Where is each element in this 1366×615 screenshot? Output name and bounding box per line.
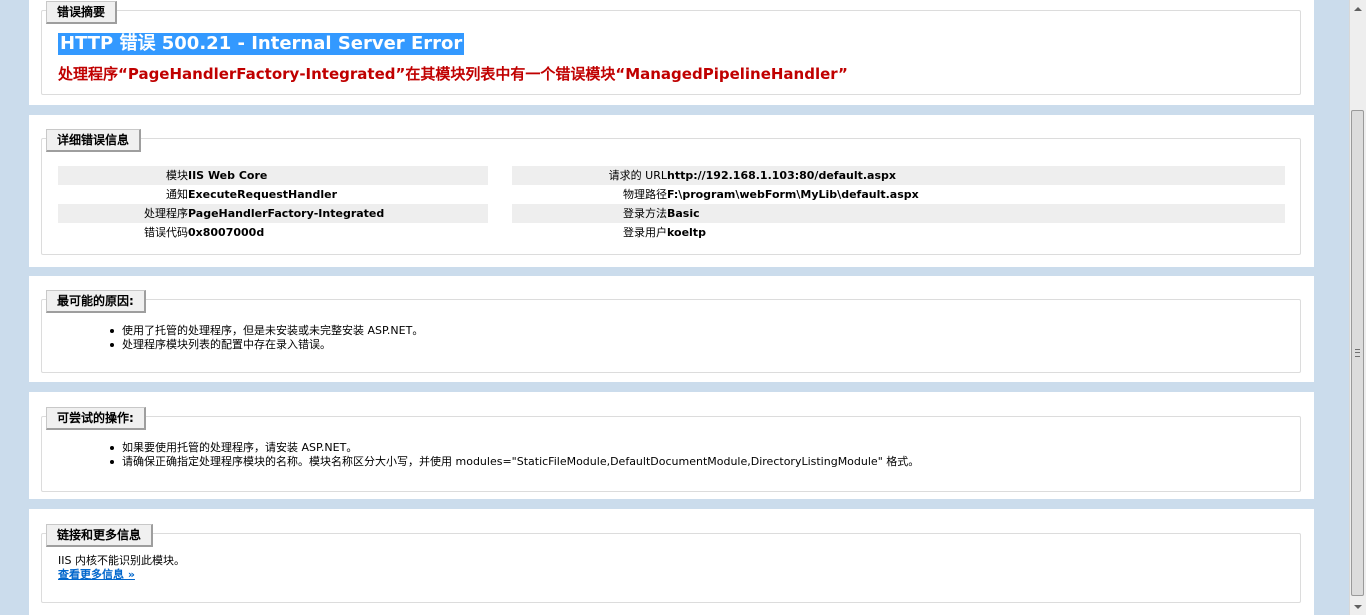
detail-label: 处理程序 [144,207,188,220]
detail-left-column: 模块 IIS Web Core 通知 ExecuteRequestHandler… [58,166,488,242]
causes-panel: 最可能的原因: 使用了托管的处理程序，但是未安装或未完整安装 ASP.NET。 … [29,276,1314,382]
list-item: 处理程序模块列表的配置中存在录入错误。 [108,338,423,352]
detail-label: 错误代码 [144,226,188,239]
more-info-link[interactable]: 查看更多信息 » [58,568,135,582]
detail-row: 物理路径 F:\program\webForm\MyLib\default.as… [512,185,1285,204]
detail-row: 通知 ExecuteRequestHandler [58,185,488,204]
detail-value: IIS Web Core [188,169,268,182]
error-summary-legend: 错误摘要 [46,1,118,24]
detail-value: ExecuteRequestHandler [188,188,338,201]
links-text: IIS 内核不能识别此模块。 [58,554,185,567]
detail-row: 处理程序 PageHandlerFactory-Integrated [58,204,488,223]
actions-box: 可尝试的操作: 如果要使用托管的处理程序，请安装 ASP.NET。 请确保正确指… [41,407,1301,492]
arrow-down-icon [1354,604,1362,609]
error-message: 处理程序“PageHandlerFactory-Integrated”在其模块列… [58,65,848,83]
actions-list: 如果要使用托管的处理程序，请安装 ASP.NET。 请确保正确指定处理程序模块的… [108,441,919,469]
links-box: 链接和更多信息 IIS 内核不能识别此模块。 查看更多信息 » [41,524,1301,603]
detail-label: 模块 [166,169,188,182]
detail-label: 登录方法 [623,207,667,220]
detail-row: 登录用户 koeltp [512,223,1285,242]
detail-value: F:\program\webForm\MyLib\default.aspx [667,188,919,201]
causes-list: 使用了托管的处理程序，但是未安装或未完整安装 ASP.NET。 处理程序模块列表… [108,324,423,352]
detail-label: 请求的 URL [608,169,667,182]
causes-legend: 最可能的原因: [46,290,146,313]
detail-row: 登录方法 Basic [512,204,1285,223]
scroll-down-button[interactable] [1350,598,1366,615]
vertical-scrollbar[interactable] [1349,0,1366,615]
page-title: HTTP 错误 500.21 - Internal Server Error [58,33,465,55]
grip-icon [1355,349,1360,357]
detail-row: 错误代码 0x8007000d [58,223,488,242]
detail-value: http://192.168.1.103:80/default.aspx [667,169,896,182]
links-panel: 链接和更多信息 IIS 内核不能识别此模块。 查看更多信息 » [29,509,1314,615]
detail-right-column: 请求的 URL http://192.168.1.103:80/default.… [512,166,1285,242]
list-item: 请确保正确指定处理程序模块的名称。模块名称区分大小写，并使用 modules="… [108,455,919,469]
detail-row: 模块 IIS Web Core [58,166,488,185]
links-legend: 链接和更多信息 [46,524,154,547]
detail-value: koeltp [667,226,706,239]
actions-legend: 可尝试的操作: [46,407,146,430]
scroll-up-button[interactable] [1350,0,1366,17]
detail-value: PageHandlerFactory-Integrated [188,207,385,220]
arrow-up-icon [1354,6,1362,11]
detail-box: 详细错误信息 模块 IIS Web Core 通知 ExecuteRequest… [41,129,1301,255]
detail-value: Basic [667,207,700,220]
detail-legend: 详细错误信息 [46,129,142,152]
list-item: 如果要使用托管的处理程序，请安装 ASP.NET。 [108,441,919,455]
list-item: 使用了托管的处理程序，但是未安装或未完整安装 ASP.NET。 [108,324,423,338]
error-summary-box: 错误摘要 HTTP 错误 500.21 - Internal Server Er… [41,1,1301,95]
error-summary-panel: 错误摘要 HTTP 错误 500.21 - Internal Server Er… [29,0,1314,105]
detail-panel: 详细错误信息 模块 IIS Web Core 通知 ExecuteRequest… [29,115,1314,267]
causes-box: 最可能的原因: 使用了托管的处理程序，但是未安装或未完整安装 ASP.NET。 … [41,290,1301,373]
detail-label: 物理路径 [623,188,667,201]
scroll-thumb[interactable] [1351,110,1364,596]
detail-label: 登录用户 [623,226,667,239]
page-viewport: 错误摘要 HTTP 错误 500.21 - Internal Server Er… [0,0,1349,615]
detail-value: 0x8007000d [188,226,265,239]
detail-label: 通知 [166,188,188,201]
detail-row: 请求的 URL http://192.168.1.103:80/default.… [512,166,1285,185]
actions-panel: 可尝试的操作: 如果要使用托管的处理程序，请安装 ASP.NET。 请确保正确指… [29,392,1314,499]
